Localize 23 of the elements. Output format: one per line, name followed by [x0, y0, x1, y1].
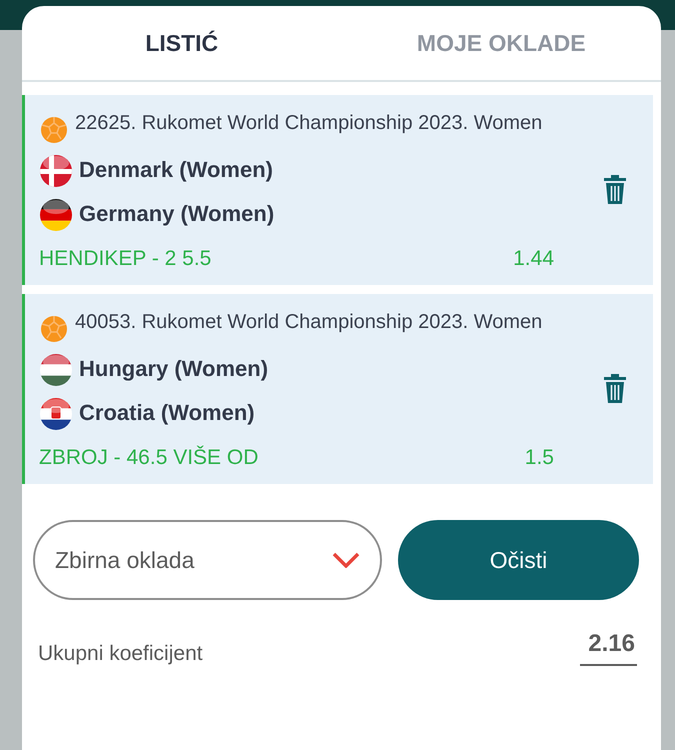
- event-title: 40053. Rukomet World Championship 2023. Women: [75, 310, 544, 335]
- odds-value: 1.44: [513, 247, 554, 271]
- bet-type-select[interactable]: Zbirna oklada: [33, 520, 382, 600]
- total-value: 2.16: [580, 630, 637, 666]
- market-label: ZBROJ - 46.5 VIŠE OD: [39, 446, 258, 470]
- odds-value: 1.5: [524, 446, 554, 470]
- handball-icon: [39, 314, 69, 344]
- flag-icon: [39, 198, 73, 232]
- event-title: 22625. Rukomet World Championship 2023. Women: [75, 111, 544, 136]
- team-name: Hungary (Women): [79, 355, 268, 383]
- flag-icon: [39, 397, 73, 431]
- handball-icon: [39, 115, 69, 145]
- chevron-down-icon: [332, 552, 360, 568]
- flag-icon: [39, 154, 73, 188]
- team-name: Germany (Women): [79, 200, 274, 228]
- delete-icon[interactable]: [603, 173, 627, 205]
- total-label: Ukupni koeficijent: [38, 642, 203, 666]
- delete-icon[interactable]: [603, 372, 627, 404]
- flag-icon: [39, 353, 73, 387]
- market-label: HENDIKEP - 2 5.5: [39, 247, 212, 271]
- clear-button[interactable]: Očisti: [398, 520, 639, 600]
- team-name: Denmark (Women): [79, 156, 273, 184]
- team-name: Croatia (Women): [79, 399, 255, 427]
